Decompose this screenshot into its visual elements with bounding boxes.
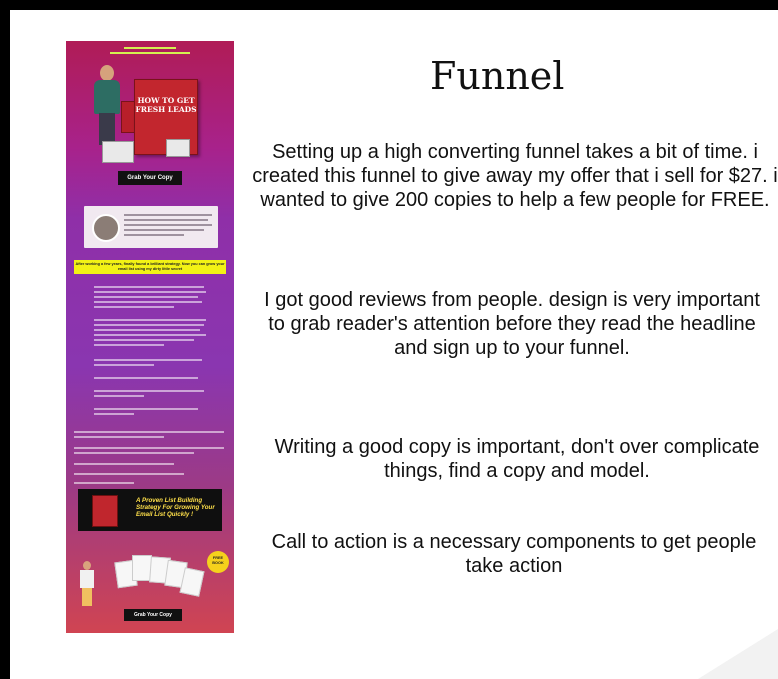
author-photo xyxy=(90,65,124,147)
corner-decoration xyxy=(698,629,778,679)
slide-title: Funnel xyxy=(430,54,565,98)
promo-banner: A Proven List Building Strategy For Grow… xyxy=(78,489,222,531)
book-cover-title: HOW TO GET FRESH LEADS xyxy=(135,96,197,114)
author-photo-small xyxy=(78,561,96,607)
presentation-slide: HOW TO GET FRESH LEADS Grab Your Copy Af… xyxy=(10,10,778,679)
tablet-mockup xyxy=(102,141,134,163)
promo-banner-text: A Proven List Building Strategy For Grow… xyxy=(136,497,215,519)
paragraph-copywriting: Writing a good copy is important, don't … xyxy=(274,436,760,482)
phone-mockup xyxy=(166,139,190,157)
grab-copy-button-bottom[interactable]: Grab Your Copy xyxy=(124,609,182,621)
paragraph-call-to-action: Call to action is a necessary components… xyxy=(271,531,757,577)
paragraph-reviews: I got good reviews from people. design i… xyxy=(264,289,760,359)
headline-banner: After working a few years, finally found… xyxy=(74,260,226,274)
author-avatar xyxy=(92,214,120,242)
funnel-page-thumbnail: HOW TO GET FRESH LEADS Grab Your Copy Af… xyxy=(66,41,234,633)
grab-copy-button[interactable]: Grab Your Copy xyxy=(118,171,182,185)
paragraph-funnel-setup: Setting up a high converting funnel take… xyxy=(252,141,778,211)
free-book-badge: FREE BOOK xyxy=(207,551,229,573)
promo-book-image xyxy=(92,495,118,527)
author-bio-card xyxy=(84,206,218,248)
